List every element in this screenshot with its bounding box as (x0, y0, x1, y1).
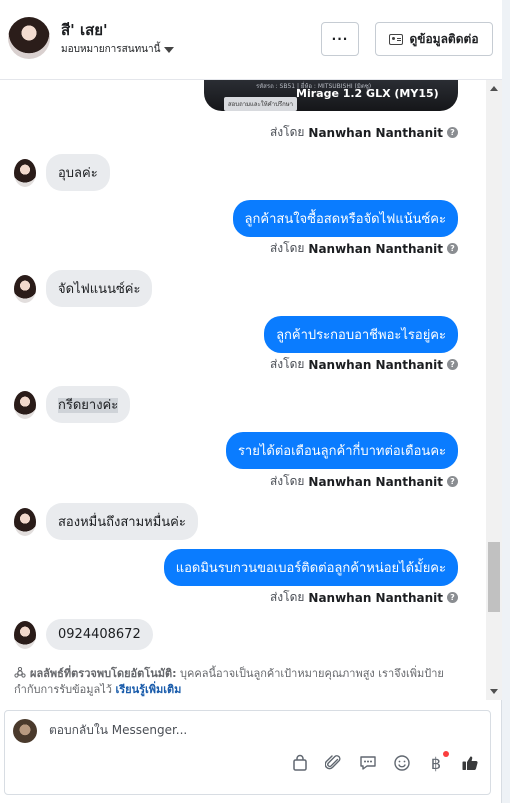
scroll-down-icon[interactable] (490, 689, 498, 694)
view-contact-info-label: ดูข้อมูลติดต่อ (409, 31, 479, 46)
notification-dot (443, 751, 449, 757)
contact-avatar[interactable] (8, 17, 50, 59)
attachment-model: Mirage 1.2 GLX (MY15) (296, 87, 439, 100)
outgoing-bubble[interactable]: ลูกค้าประกอบอาชีพอะไรอยู่คะ (264, 316, 458, 353)
sent-by-prefix: ส่งโดย (269, 357, 305, 371)
sent-by-label: ส่งโดย Nanwhan Nanthanit ? (270, 123, 458, 142)
composer-toolbar: ฿ (290, 751, 480, 773)
incoming-message: จัดไฟแนนซ์ค่ะ (14, 270, 153, 307)
conversation-panel: สี' เสย' มอบหมายการสนทนานี้ ··· ดูข้อมูล… (0, 0, 502, 803)
baht-icon[interactable]: ฿ (426, 751, 449, 773)
outgoing-bubble[interactable]: แอดมินรบกวนขอเบอร์ติดต่อลูกค้าหน่อยได้มั… (163, 549, 458, 586)
incoming-message: กรีดยางค่ะ (14, 386, 131, 423)
contact-card-icon (389, 33, 404, 45)
incoming-bubble[interactable]: 0924408672 (46, 619, 153, 650)
auto-detect-label: ผลลัพธ์ที่ตรวจพบโดยอัตโนมัติ: (30, 667, 177, 680)
contact-avatar-small (14, 507, 36, 536)
sent-by-prefix: ส่งโดย (269, 125, 305, 139)
assign-conversation-dropdown[interactable]: มอบหมายการสนทนานี้ (61, 42, 175, 57)
contact-name[interactable]: สี' เสย' (61, 18, 108, 42)
more-label: ··· (331, 32, 349, 46)
message-thread[interactable]: รหัสรถ : SB51 | ยี่ห้อ : MITSUBISHI (มิต… (0, 80, 486, 700)
incoming-bubble[interactable]: สองหมื่นถึงสามหมื่นค่ะ (46, 503, 198, 540)
sent-by-prefix: ส่งโดย (269, 474, 305, 488)
incoming-bubble[interactable]: กรีดยางค่ะ (46, 386, 131, 423)
scroll-up-icon[interactable] (490, 86, 498, 91)
more-options-button[interactable]: ··· (321, 22, 359, 56)
sent-by-prefix: ส่งโดย (269, 590, 305, 604)
auto-detect-icon (14, 667, 26, 678)
agent-name: Nanwhan Nanthanit (308, 474, 443, 489)
attachment-image[interactable]: รหัสรถ : SB51 | ยี่ห้อ : MITSUBISHI (มิต… (204, 80, 458, 111)
reply-composer: ฿ (4, 710, 491, 795)
help-icon[interactable]: ? (447, 359, 458, 370)
contact-avatar-small (14, 158, 36, 187)
help-icon[interactable]: ? (447, 127, 458, 138)
incoming-bubble[interactable]: จัดไฟแนนซ์ค่ะ (46, 270, 153, 307)
contact-avatar-small (14, 620, 36, 649)
assign-label: มอบหมายการสนทนานี้ (61, 44, 161, 55)
agent-name: Nanwhan Nanthanit (308, 590, 443, 605)
contact-avatar-small (14, 390, 36, 419)
sent-by-label: ส่งโดย Nanwhan Nanthanit ? (270, 239, 458, 258)
view-contact-info-button[interactable]: ดูข้อมูลติดต่อ (375, 22, 493, 56)
scrollbar-thumb[interactable] (488, 542, 500, 612)
incoming-message: อุบลค่ะ (14, 154, 110, 191)
agent-name: Nanwhan Nanthanit (308, 357, 443, 372)
outgoing-bubble[interactable]: ลูกค้าสนใจซื้อสดหรือจัดไฟแน้นซ์คะ (232, 200, 458, 237)
outgoing-bubble[interactable]: รายได้ต่อเดือนลูกค้ากี่บาทต่อเดือนคะ (225, 432, 458, 469)
agent-name: Nanwhan Nanthanit (308, 241, 443, 256)
agent-name: Nanwhan Nanthanit (308, 125, 443, 140)
incoming-message: สองหมื่นถึงสามหมื่นค่ะ (14, 503, 198, 540)
sent-by-label: ส่งโดย Nanwhan Nanthanit ? (270, 355, 458, 374)
saved-reply-icon[interactable] (358, 753, 378, 773)
thumbs-up-icon[interactable] (460, 753, 480, 773)
learn-more-link[interactable]: เรียนรู้เพิ่มเติม (115, 683, 181, 696)
incoming-bubble[interactable]: อุบลค่ะ (46, 154, 110, 191)
shopping-bag-icon[interactable] (290, 753, 310, 773)
highlighted-text: กรีดยางค่ะ (58, 398, 119, 413)
help-icon[interactable]: ? (447, 476, 458, 487)
incoming-message: 0924408672 (14, 619, 153, 650)
page-avatar (13, 719, 37, 743)
paperclip-icon[interactable] (324, 753, 344, 773)
sent-by-label: ส่งโดย Nanwhan Nanthanit ? (270, 588, 458, 607)
help-icon[interactable]: ? (447, 243, 458, 254)
reply-input[interactable] (49, 723, 469, 737)
emoji-icon[interactable] (392, 753, 412, 773)
conversation-header: สี' เสย' มอบหมายการสนทนานี้ ··· ดูข้อมูล… (0, 0, 502, 80)
auto-detect-note: ผลลัพธ์ที่ตรวจพบโดยอัตโนมัติ: บุคคลนี้อา… (14, 666, 464, 698)
sent-by-label: ส่งโดย Nanwhan Nanthanit ? (270, 472, 458, 491)
sent-by-prefix: ส่งโดย (269, 241, 305, 255)
chevron-down-icon (164, 46, 175, 53)
thread-scrollbar[interactable] (486, 80, 502, 700)
contact-avatar-small (14, 274, 36, 303)
attachment-caption: สอบถามและให้คำปรึกษา (224, 97, 298, 111)
help-icon[interactable]: ? (447, 592, 458, 603)
